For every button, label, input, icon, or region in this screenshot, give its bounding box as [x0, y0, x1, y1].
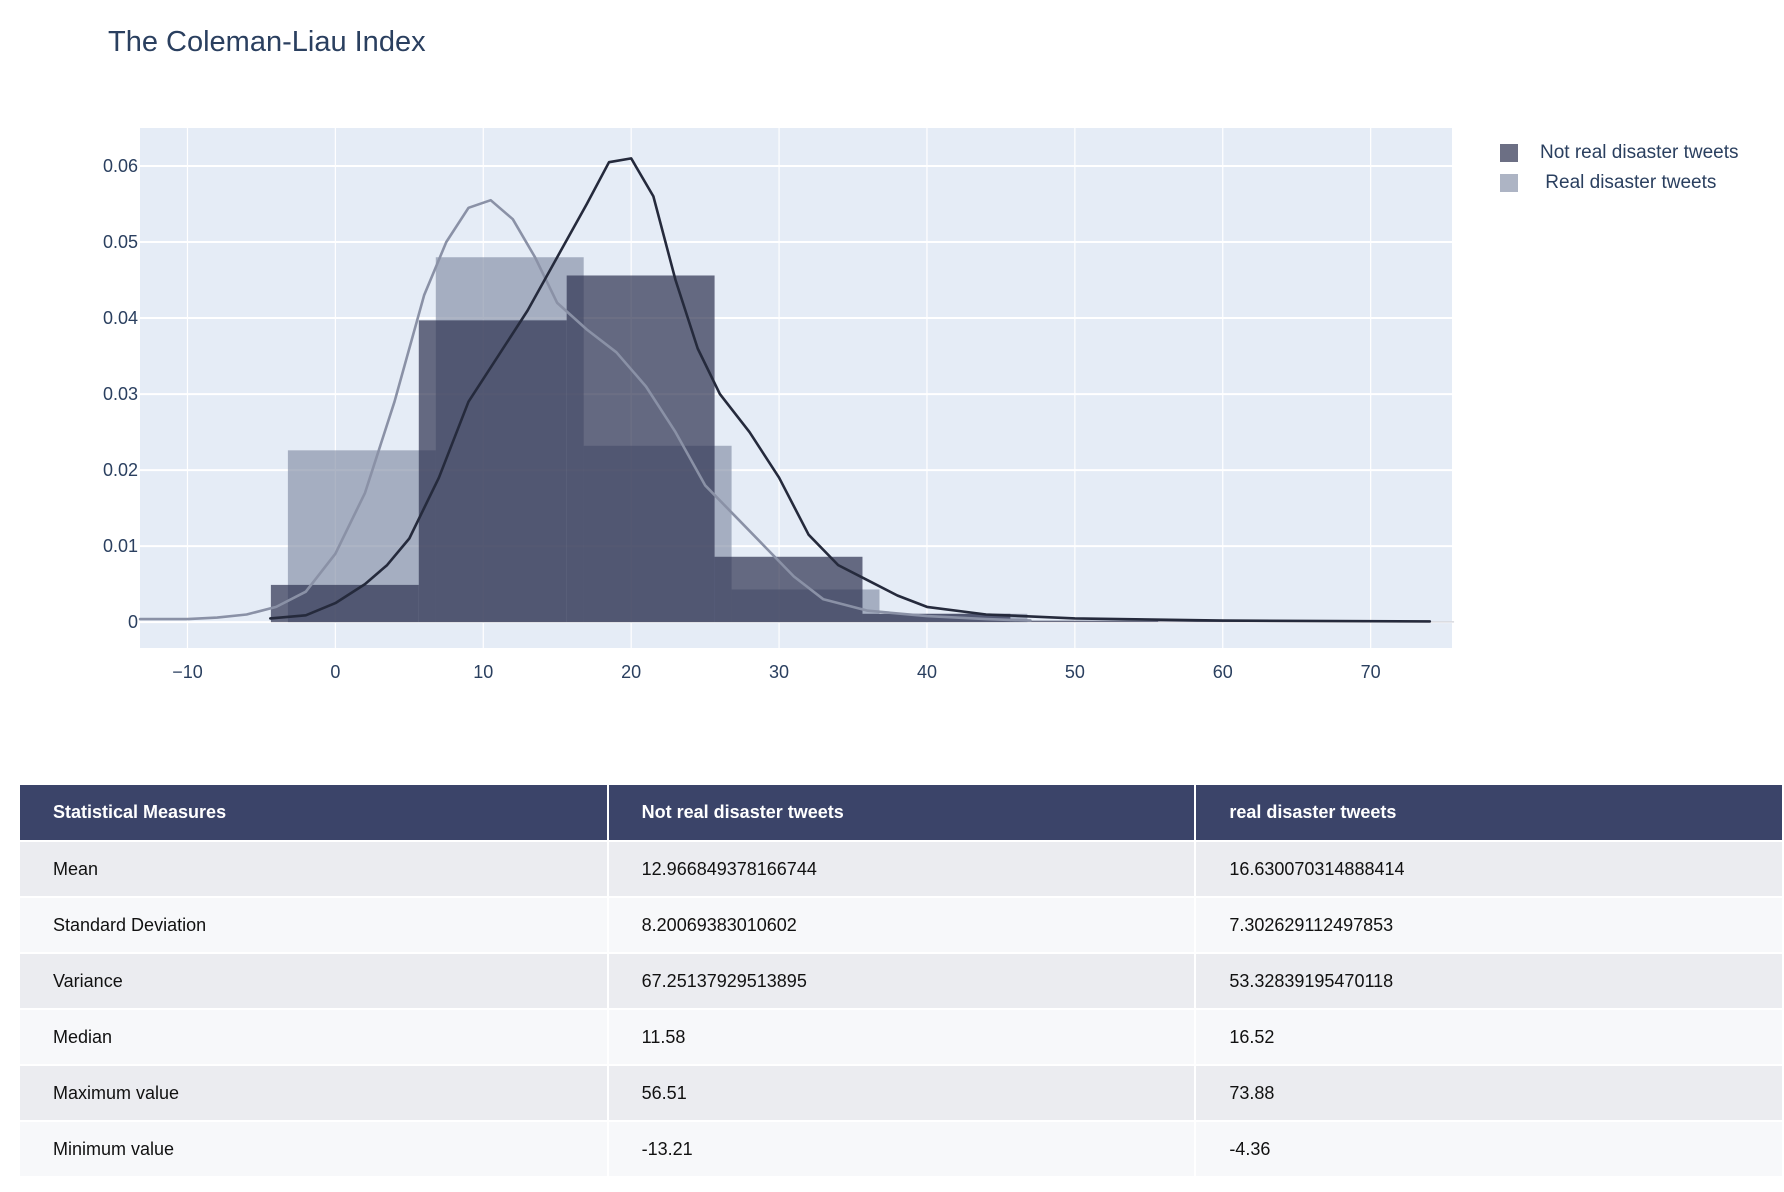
- table-header-row: Statistical Measures Not real disaster t…: [20, 785, 1784, 842]
- table-cell: Standard Deviation: [20, 897, 609, 954]
- table-cell: Mean: [20, 841, 609, 898]
- y-tick-label: 0.02: [103, 460, 138, 480]
- legend-label-real: Real disaster tweets: [1540, 172, 1717, 193]
- table-row: Minimum value -13.21 -4.36: [20, 1121, 1784, 1178]
- y-tick-label: 0: [128, 612, 138, 632]
- x-axis-tick-labels: −10 0 10 20 30 40 50 60 70: [172, 662, 1380, 682]
- histogram-bar: [566, 275, 715, 623]
- table-row: Maximum value 56.51 73.88: [20, 1065, 1784, 1122]
- legend-label-not-real: Not real disaster tweets: [1540, 142, 1739, 163]
- x-tick-label: 0: [330, 662, 340, 682]
- table-row: Mean 12.966849378166744 16.6300703148884…: [20, 841, 1784, 898]
- y-tick-label: 0.05: [103, 232, 138, 252]
- legend-swatch-not-real: [1500, 144, 1518, 162]
- table-cell: Minimum value: [20, 1121, 609, 1178]
- x-tick-label: 10: [473, 662, 493, 682]
- table-cell: 53.32839195470118: [1195, 953, 1784, 1010]
- chart-area: −10 0 10 20 30 40 50 60 70 0 0.01 0.02 0.03 0.04 0.05…: [103, 128, 1455, 682]
- x-tick-label: 40: [917, 662, 937, 682]
- table-cell: Variance: [20, 953, 609, 1010]
- table-cell: 67.25137929513895: [607, 953, 1197, 1010]
- table-cell: Median: [20, 1009, 609, 1066]
- header-cell: real disaster tweets: [1195, 785, 1784, 842]
- table-cell: Maximum value: [20, 1065, 609, 1122]
- legend-item-not-real[interactable]: Not real disaster tweets: [1500, 138, 1739, 168]
- x-tick-label: 60: [1213, 662, 1233, 682]
- table-row: Variance 67.25137929513895 53.3283919547…: [20, 953, 1784, 1010]
- table-cell: -13.21: [607, 1121, 1197, 1178]
- table-row: Standard Deviation 8.20069383010602 7.30…: [20, 897, 1784, 954]
- y-tick-label: 0.04: [103, 308, 138, 328]
- x-tick-label: 70: [1361, 662, 1381, 682]
- table-cell: 7.302629112497853: [1195, 897, 1784, 954]
- x-tick-label: 50: [1065, 662, 1085, 682]
- table-cell: 73.88: [1195, 1065, 1784, 1122]
- header-cell: Not real disaster tweets: [607, 785, 1197, 842]
- table-cell: 11.58: [607, 1009, 1197, 1066]
- table-cell: 8.20069383010602: [607, 897, 1197, 954]
- legend: Not real disaster tweets Real disaster t…: [1500, 138, 1739, 198]
- table-cell: 56.51: [607, 1065, 1197, 1122]
- table-cell: 16.630070314888414: [1195, 841, 1784, 898]
- table-cell: -4.36: [1195, 1121, 1784, 1178]
- legend-item-real[interactable]: Real disaster tweets: [1500, 168, 1739, 198]
- statistics-table: Statistical Measures Not real disaster t…: [20, 785, 1784, 1178]
- x-tick-label: 20: [621, 662, 641, 682]
- x-tick-label: −10: [172, 662, 203, 682]
- header-cell: Statistical Measures: [20, 785, 609, 842]
- table-cell: 12.966849378166744: [607, 841, 1197, 898]
- legend-swatch-real: [1500, 174, 1518, 192]
- y-tick-label: 0.06: [103, 156, 138, 176]
- y-tick-label: 0.03: [103, 384, 138, 404]
- y-tick-label: 0.01: [103, 536, 138, 556]
- table-row: Median 11.58 16.52: [20, 1009, 1784, 1066]
- histogram-bar: [1010, 620, 1159, 623]
- x-tick-label: 30: [769, 662, 789, 682]
- table-cell: 16.52: [1195, 1009, 1784, 1066]
- y-axis-tick-labels: 0 0.01 0.02 0.03 0.04 0.05 0.06: [103, 156, 138, 632]
